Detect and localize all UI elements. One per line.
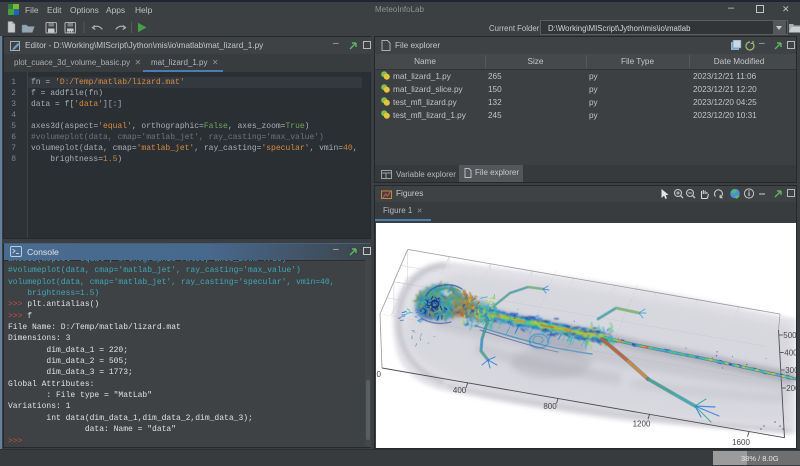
svg-text:300: 300: [785, 366, 796, 375]
svg-text:1200: 1200: [633, 420, 651, 429]
svg-text:1600: 1600: [732, 438, 750, 447]
svg-text:400: 400: [453, 386, 467, 395]
svg-text:200: 200: [786, 384, 796, 393]
svg-text:400: 400: [784, 349, 796, 358]
svg-text:0: 0: [377, 370, 382, 379]
svg-text:800: 800: [543, 402, 557, 411]
svg-text:500: 500: [783, 331, 796, 340]
